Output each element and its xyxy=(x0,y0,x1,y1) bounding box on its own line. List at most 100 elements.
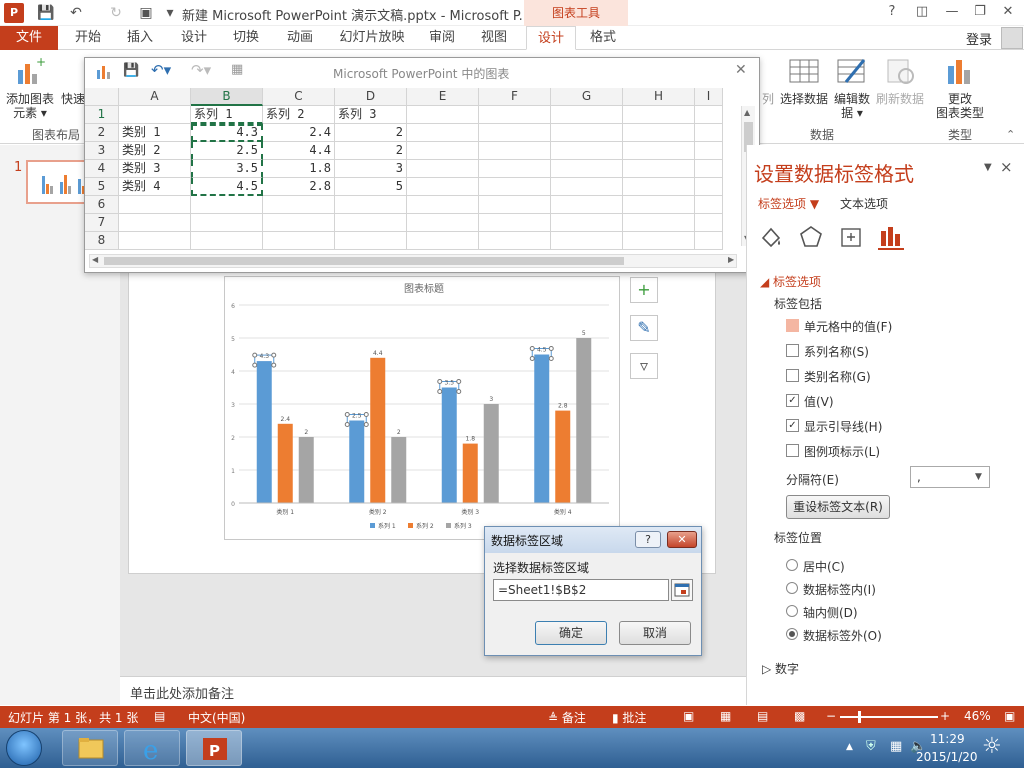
sheet-cell[interactable] xyxy=(695,214,723,232)
sheet-cell[interactable] xyxy=(623,124,695,142)
brightness-icon[interactable]: ☼ xyxy=(982,734,1002,759)
sheet-cell[interactable]: 4.5 xyxy=(191,178,263,196)
sheet-cell[interactable] xyxy=(479,142,551,160)
sheet-cell[interactable] xyxy=(695,124,723,142)
notes-toggle[interactable]: ≜ 备注 xyxy=(548,709,586,726)
change-chart-type-button[interactable]: 更改 图表类型 xyxy=(932,92,988,120)
fill-line-icon[interactable] xyxy=(758,224,784,250)
customize-toolbar-icon[interactable]: ▾ xyxy=(160,3,180,23)
sheet-cell[interactable] xyxy=(695,232,723,250)
select-data-icon[interactable] xyxy=(788,56,820,86)
sheet-cell[interactable]: 系列 2 xyxy=(263,106,335,124)
chart-elements-plus-icon[interactable]: + xyxy=(630,277,658,303)
number-section[interactable]: ▷ 数字 xyxy=(762,660,799,677)
comments-toggle[interactable]: ▮ 批注 xyxy=(612,709,646,726)
column-header-f[interactable]: F xyxy=(479,88,551,106)
sheet-cell[interactable] xyxy=(407,106,479,124)
sheet-save-icon[interactable]: 💾 xyxy=(123,63,139,78)
sheet-cell[interactable] xyxy=(551,124,623,142)
sheet-cell[interactable]: 5 xyxy=(335,178,407,196)
sheet-cell[interactable]: 2.5 xyxy=(191,142,263,160)
sheet-cell[interactable] xyxy=(191,214,263,232)
fit-slide-icon[interactable]: ▣ xyxy=(1004,709,1015,723)
dialog-close-button[interactable]: ✕ xyxy=(667,531,697,548)
sheet-cell[interactable] xyxy=(695,178,723,196)
sheet-cell[interactable] xyxy=(407,232,479,250)
powerpoint-taskbar-icon[interactable]: P xyxy=(186,730,242,766)
tab-animations[interactable]: 动画 xyxy=(278,26,322,50)
cancel-button[interactable]: 取消 xyxy=(619,621,691,645)
sheet-cell[interactable]: 2.4 xyxy=(263,124,335,142)
sheet-cell[interactable]: 1.8 xyxy=(263,160,335,178)
row-header-3[interactable]: 3 xyxy=(85,142,119,160)
sheet-cell[interactable] xyxy=(479,106,551,124)
checkbox[interactable] xyxy=(786,444,799,457)
tab-transitions[interactable]: 切换 xyxy=(224,26,268,50)
sheet-cell[interactable] xyxy=(623,178,695,196)
sheet-cell[interactable]: 4.3 xyxy=(191,124,263,142)
row-header-6[interactable]: 6 xyxy=(85,196,119,214)
sheet-cell[interactable] xyxy=(551,196,623,214)
sheet-cell[interactable]: 类别 1 xyxy=(119,124,191,142)
sheet-cell[interactable] xyxy=(335,196,407,214)
sheet-cell[interactable] xyxy=(551,142,623,160)
sheet-cell[interactable] xyxy=(623,142,695,160)
column-header-h[interactable]: H xyxy=(623,88,695,106)
sheet-cell[interactable] xyxy=(119,214,191,232)
sheet-cell[interactable] xyxy=(407,124,479,142)
column-header-g[interactable]: G xyxy=(551,88,623,106)
add-chart-element-icon[interactable]: + xyxy=(14,55,46,86)
tab-chart-design[interactable]: 设计 xyxy=(526,26,576,50)
start-button[interactable] xyxy=(6,730,42,766)
label-options-section[interactable]: ◢ 标签选项 xyxy=(760,273,821,290)
tab-view[interactable]: 视图 xyxy=(472,26,516,50)
zoom-out-icon[interactable]: − xyxy=(826,709,836,723)
sheet-cell[interactable] xyxy=(695,142,723,160)
sheet-cell[interactable] xyxy=(407,142,479,160)
checkbox-checked[interactable] xyxy=(786,319,799,332)
clock-time[interactable]: 11:29 xyxy=(930,732,965,746)
zoom-in-icon[interactable]: + xyxy=(940,709,950,723)
sheet-cell[interactable]: 3.5 xyxy=(191,160,263,178)
chart-filter-icon[interactable]: ▿ xyxy=(630,353,658,379)
edit-data-button[interactable]: 编辑数据 ▾ xyxy=(830,92,874,120)
row-header-2[interactable]: 2 xyxy=(85,124,119,142)
checkbox-checked[interactable]: ✓ xyxy=(786,394,799,407)
sheet-cell[interactable]: 2 xyxy=(335,124,407,142)
sheet-cell[interactable] xyxy=(407,160,479,178)
column-header-b[interactable]: B xyxy=(191,88,263,106)
sheet-cell[interactable] xyxy=(695,196,723,214)
effects-pentagon-icon[interactable] xyxy=(798,224,824,250)
presentation-icon[interactable]: ▣ xyxy=(136,3,156,23)
size-properties-icon[interactable] xyxy=(838,224,864,250)
reading-view-icon[interactable]: ▤ xyxy=(757,709,768,723)
label-options-bar-icon[interactable] xyxy=(878,224,904,250)
column-header-a[interactable]: A xyxy=(119,88,191,106)
undo-icon[interactable]: ↶ xyxy=(66,3,86,23)
data-label-range-input[interactable]: =Sheet1!$B$2 xyxy=(493,579,669,601)
sheet-cell[interactable]: 2.8 xyxy=(263,178,335,196)
file-explorer-icon[interactable] xyxy=(62,730,118,766)
zoom-level[interactable]: 46% xyxy=(964,709,991,723)
sheet-undo-icon[interactable]: ↶▾ xyxy=(151,61,171,79)
column-header-e[interactable]: E xyxy=(407,88,479,106)
edit-in-excel-icon[interactable]: ▦ xyxy=(231,62,243,77)
checkbox[interactable] xyxy=(786,369,799,382)
checkbox[interactable] xyxy=(786,344,799,357)
sheet-cell[interactable] xyxy=(551,160,623,178)
sheet-cell[interactable] xyxy=(119,106,191,124)
sheet-cell[interactable] xyxy=(551,214,623,232)
ok-button[interactable]: 确定 xyxy=(535,621,607,645)
tab-design[interactable]: 设计 xyxy=(172,26,216,50)
sheet-cell[interactable]: 类别 2 xyxy=(119,142,191,160)
sheet-cell[interactable] xyxy=(191,196,263,214)
row-header-8[interactable]: 8 xyxy=(85,232,119,250)
tab-file[interactable]: 文件 xyxy=(0,26,58,50)
change-chart-type-icon[interactable] xyxy=(944,56,976,86)
chart-frame[interactable]: 图表标题 0 1 2 3 4 5 6 4.3 2.4 2 类别 1 2.5 4.4 2 类别 2 3.5 1.8 3… xyxy=(224,276,620,540)
row-header-4[interactable]: 4 xyxy=(85,160,119,178)
normal-view-icon[interactable]: ▣ xyxy=(683,709,694,723)
sheet-cell[interactable] xyxy=(623,160,695,178)
sheet-cell[interactable] xyxy=(695,106,723,124)
close-button[interactable]: ✕ xyxy=(996,2,1020,22)
